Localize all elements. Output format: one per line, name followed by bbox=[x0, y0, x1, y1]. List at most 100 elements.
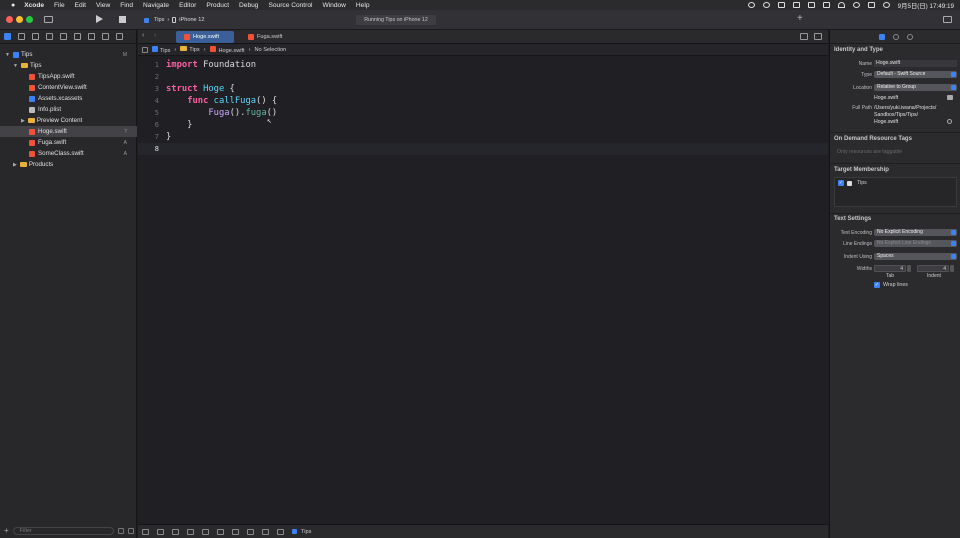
navigator-item-file[interactable]: Info.plist bbox=[0, 104, 137, 115]
navigator-item-file[interactable]: SomeClass.swift A bbox=[0, 148, 137, 159]
menu-debug[interactable]: Debug bbox=[239, 2, 258, 9]
add-icon[interactable]: + bbox=[797, 13, 803, 24]
menu-help[interactable]: Help bbox=[356, 2, 370, 9]
quick-help-icon[interactable] bbox=[906, 33, 913, 40]
file-inspector-icon[interactable] bbox=[878, 33, 885, 40]
source-control-icon[interactable] bbox=[18, 33, 25, 40]
location-icon[interactable] bbox=[277, 528, 284, 535]
navigator-item-file[interactable]: Assets.xcassets bbox=[0, 93, 137, 104]
hide-debug-area-icon[interactable] bbox=[142, 528, 149, 535]
symbol-icon[interactable] bbox=[32, 33, 39, 40]
code-line[interactable]: 1 import Foundation bbox=[138, 59, 828, 71]
indent-using-select[interactable]: Spaces bbox=[874, 253, 957, 260]
breadcrumb-symbol[interactable]: No Selection bbox=[255, 47, 287, 53]
test-icon[interactable] bbox=[74, 33, 81, 40]
navigator-item-file[interactable]: Fuga.swift A bbox=[0, 137, 137, 148]
status-icon[interactable] bbox=[792, 2, 800, 8]
chevron-right-icon[interactable]: ▶ bbox=[13, 162, 17, 168]
split-editor-icon[interactable] bbox=[814, 33, 822, 40]
menu-editor[interactable]: Editor bbox=[179, 2, 196, 9]
code-line[interactable]: 5 Fuga (). fuga() bbox=[138, 107, 828, 119]
editor-options-icon[interactable] bbox=[800, 33, 808, 40]
zoom-window-icon[interactable] bbox=[26, 16, 33, 23]
menu-source-control[interactable]: Source Control bbox=[268, 2, 312, 9]
memory-graph-icon[interactable] bbox=[247, 528, 254, 535]
tab-fuga-swift[interactable]: Fuga.swift bbox=[240, 31, 300, 43]
back-icon[interactable]: ‹ bbox=[142, 32, 144, 39]
report-icon[interactable] bbox=[116, 33, 123, 40]
minimize-window-icon[interactable] bbox=[16, 16, 23, 23]
siri-icon[interactable] bbox=[882, 2, 890, 8]
issue-icon[interactable] bbox=[60, 33, 67, 40]
stop-button[interactable] bbox=[119, 16, 126, 23]
code-line[interactable]: 6 } bbox=[138, 119, 828, 131]
close-window-icon[interactable] bbox=[6, 16, 13, 23]
wrap-lines-option[interactable]: ✓ Wrap lines bbox=[874, 282, 908, 288]
indent-width-field[interactable]: 4 bbox=[917, 265, 949, 272]
chevron-right-icon[interactable]: ▶ bbox=[21, 118, 25, 124]
status-icon[interactable] bbox=[807, 2, 815, 8]
toggle-inspector-icon[interactable] bbox=[943, 16, 952, 23]
folder-reveal-icon[interactable] bbox=[947, 95, 953, 100]
search-icon[interactable] bbox=[852, 2, 860, 8]
menu-file[interactable]: File bbox=[54, 2, 65, 9]
indent-width-stepper[interactable] bbox=[950, 265, 954, 272]
code-line[interactable]: 7 } bbox=[138, 131, 828, 143]
name-field[interactable]: Hoge.swift bbox=[874, 60, 957, 67]
target-row[interactable]: ✓ Tips bbox=[838, 180, 867, 186]
history-inspector-icon[interactable] bbox=[892, 33, 899, 40]
scm-filter-icon[interactable] bbox=[128, 527, 134, 534]
scheme-selector[interactable]: Tips › iPhone 12 bbox=[144, 15, 204, 25]
step-out-icon[interactable] bbox=[217, 528, 224, 535]
breadcrumb-file[interactable]: Hoge.swift bbox=[209, 45, 245, 54]
pause-icon[interactable] bbox=[172, 528, 179, 535]
navigator-item-file[interactable]: TipsApp.swift bbox=[0, 71, 137, 82]
related-items-icon[interactable] bbox=[142, 46, 148, 53]
toggle-navigator-icon[interactable] bbox=[44, 16, 53, 23]
wifi-icon[interactable] bbox=[837, 2, 845, 8]
navigator-item-file[interactable]: Hoge.swift ? bbox=[0, 126, 137, 137]
breakpoint-icon[interactable] bbox=[102, 33, 109, 40]
debug-target[interactable]: Tips bbox=[292, 529, 311, 535]
menu-find[interactable]: Find bbox=[120, 2, 133, 9]
environment-overrides-icon[interactable] bbox=[262, 528, 269, 535]
menu-view[interactable]: View bbox=[96, 2, 110, 9]
folder-icon[interactable] bbox=[4, 33, 11, 40]
code-line[interactable]: 3 struct Hoge { bbox=[138, 83, 828, 95]
navigator-item-file[interactable]: ContentView.swift bbox=[0, 82, 137, 93]
chevron-down-icon[interactable]: ▼ bbox=[13, 63, 18, 69]
line-endings-select[interactable]: No Explicit Line Endings bbox=[874, 240, 957, 247]
tab-width-field[interactable]: 4 bbox=[874, 265, 906, 272]
forward-icon[interactable]: › bbox=[154, 32, 156, 39]
location-select[interactable]: Relative to Group bbox=[874, 84, 957, 91]
run-button[interactable] bbox=[96, 15, 103, 23]
code-line[interactable]: 4 func callFuga() { bbox=[138, 95, 828, 107]
status-icon[interactable] bbox=[822, 2, 830, 8]
menu-clock[interactable]: 9月5日(日) 17:49:19 bbox=[898, 1, 954, 10]
navigator-item-project[interactable]: ▼ Tips M bbox=[0, 49, 137, 60]
view-hierarchy-icon[interactable] bbox=[232, 528, 239, 535]
navigator-item-group[interactable]: ▶ Products bbox=[0, 159, 137, 170]
filter-input[interactable]: Filter bbox=[12, 526, 114, 535]
debug-icon[interactable] bbox=[88, 33, 95, 40]
menu-app-name[interactable]: Xcode bbox=[24, 2, 44, 9]
reveal-in-finder-icon[interactable] bbox=[947, 119, 952, 124]
menu-navigate[interactable]: Navigate bbox=[143, 2, 169, 9]
menu-product[interactable]: Product bbox=[206, 2, 229, 9]
step-in-icon[interactable] bbox=[202, 528, 209, 535]
code-line-current[interactable]: 8 bbox=[138, 143, 828, 155]
breadcrumb-project[interactable]: Tips bbox=[152, 45, 170, 54]
status-icon[interactable] bbox=[777, 2, 785, 8]
navigator-item-group[interactable]: ▶ Preview Content bbox=[0, 115, 137, 126]
breakpoints-toggle-icon[interactable] bbox=[157, 528, 164, 535]
menu-edit[interactable]: Edit bbox=[75, 2, 86, 9]
status-icon[interactable] bbox=[762, 2, 770, 8]
encoding-select[interactable]: No Explicit Encoding bbox=[874, 229, 957, 236]
recent-files-icon[interactable] bbox=[118, 527, 124, 534]
chevron-down-icon[interactable]: ▼ bbox=[5, 52, 10, 58]
step-over-icon[interactable] bbox=[187, 528, 194, 535]
code-line[interactable]: 2 bbox=[138, 71, 828, 83]
source-editor[interactable]: 1 import Foundation 2 3 struct Hoge { 4 … bbox=[138, 57, 828, 524]
type-select[interactable]: Default - Swift Source bbox=[874, 71, 957, 78]
tab-width-stepper[interactable] bbox=[907, 265, 911, 272]
